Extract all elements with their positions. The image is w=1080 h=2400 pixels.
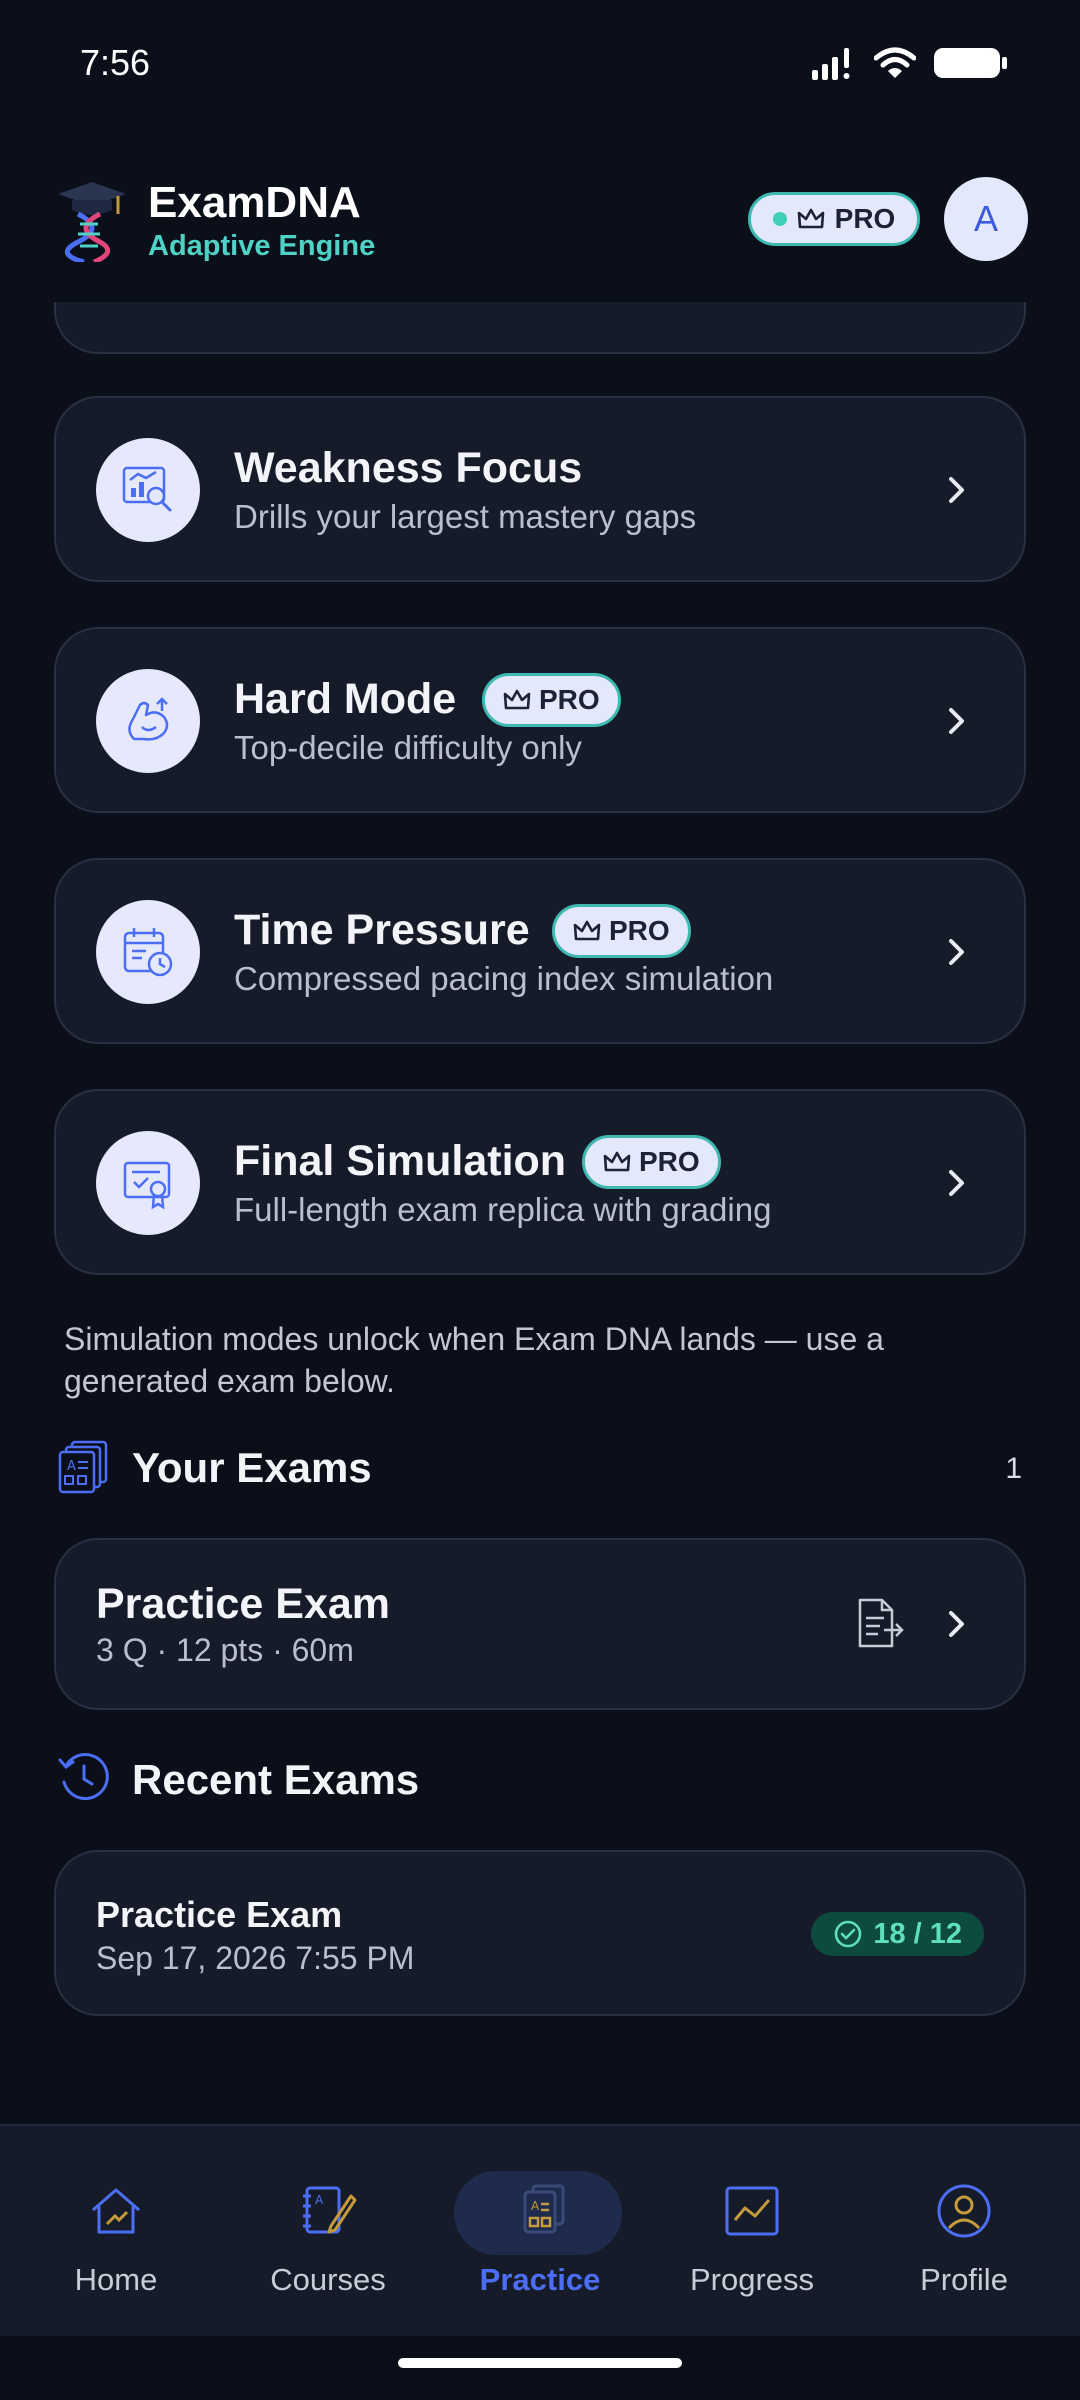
mode-card-hard-mode[interactable]: Hard Mode PRO Top-decile difficulty only [54,627,1026,813]
your-exams-count: 1 [1005,1452,1022,1485]
mode-description: Compressed pacing index simulation [234,960,774,997]
chevron-right-icon [949,939,964,965]
mode-icon-circle [96,1131,200,1235]
crown-icon [797,208,824,229]
nav-courses[interactable]: A Courses [220,2126,436,2336]
mode-icon-circle [96,900,200,1004]
pro-status-badge[interactable]: PRO [748,192,920,246]
home-icon [92,2188,140,2234]
check-circle-icon [835,1920,862,1948]
pro-badge: PRO [552,904,691,958]
bottom-nav: Home A Courses A Practice Progress Profi… [0,2124,1080,2336]
status-icons [810,46,1008,80]
chevron-right-icon [949,477,964,503]
pro-label: PRO [539,684,600,715]
mode-card-time-pressure[interactable]: Time Pressure PRO Compressed pacing inde… [54,858,1026,1044]
mode-title: Final Simulation [234,1137,567,1185]
nav-label: Courses [270,2262,386,2297]
svg-text:A: A [67,1459,76,1474]
status-dot [772,212,787,226]
pro-badge: PRO [482,673,621,727]
your-exams-title: Your Exams [132,1444,372,1491]
recent-exams-title: Recent Exams [132,1756,420,1803]
home-indicator[interactable] [398,2358,682,2368]
pro-label: PRO [834,203,896,234]
recent-exam-date: Sep 17, 2026 7:55 PM [96,1940,415,1976]
app-header: ExamDNA Adaptive Engine PRO A [0,150,1080,302]
nav-label: Practice [479,2262,601,2297]
muscle-icon [128,697,169,741]
signal-icon [812,48,850,80]
mode-icon-circle [96,669,200,773]
pro-badge: PRO [582,1135,721,1189]
wifi-icon [874,47,916,78]
app-subtitle: Adaptive Engine [148,230,376,262]
mode-title: Weakness Focus [234,444,583,492]
history-clock-icon [58,1753,109,1800]
unlock-note: Simulation modes unlock when Exam DNA la… [64,1321,884,1399]
progress-chart-icon [725,2186,779,2236]
nav-label: Profile [920,2262,1008,2297]
mode-description: Drills your largest mastery gaps [234,498,697,535]
status-time: 7:56 [80,42,151,83]
svg-text:A: A [315,2193,324,2207]
document-export-icon[interactable] [856,1596,906,1650]
battery-icon [934,48,1007,78]
mode-card-final-simulation[interactable]: Final Simulation PRO Full-length exam re… [54,1089,1026,1275]
dna-logo-icon [58,182,126,262]
avatar[interactable]: A [944,177,1028,261]
mode-title: Time Pressure [234,906,530,954]
chevron-right-icon [949,1611,964,1637]
mode-card-weakness-focus[interactable]: Weakness Focus Drills your largest maste… [54,396,1026,582]
exams-stack-icon: A [58,1440,108,1494]
app-title: ExamDNA [148,178,361,227]
exam-card[interactable]: Practice Exam 3 Q · 12 pts · 60m [54,1538,1026,1710]
pro-label: PRO [639,1146,700,1177]
chevron-right-icon [949,708,964,734]
nav-label: Progress [689,2262,815,2297]
calendar-clock-icon [123,928,173,977]
chart-search-icon [122,466,172,512]
status-bar: 7:56 [0,0,1080,130]
crown-icon [573,920,601,941]
mode-title: Hard Mode [234,675,457,723]
nav-progress[interactable]: Progress [644,2126,860,2336]
nav-practice[interactable]: A Practice [432,2126,648,2336]
courses-icon: A [303,2186,357,2234]
crown-icon [603,1151,631,1172]
exam-title: Practice Exam [96,1580,391,1628]
chevron-right-icon [949,1170,964,1196]
score-badge: 18 / 12 [811,1912,984,1956]
recent-exam-card[interactable]: Practice Exam Sep 17, 2026 7:55 PM 18 / … [54,1850,1026,2016]
score-value: 18 / 12 [873,1917,962,1950]
profile-icon [937,2184,991,2238]
mode-description: Full-length exam replica with grading [234,1191,772,1228]
mode-description: Top-decile difficulty only [234,729,582,766]
nav-label: Home [74,2262,158,2297]
crown-icon [503,689,531,710]
recent-exam-title: Practice Exam [96,1894,343,1935]
certificate-icon [123,1161,171,1210]
nav-home[interactable]: Home [8,2126,224,2336]
exam-meta: 3 Q · 12 pts · 60m [96,1632,354,1668]
svg-text:A: A [531,2199,540,2213]
practice-icon: A [523,2184,565,2234]
nav-profile[interactable]: Profile [856,2126,1072,2336]
mode-icon-circle [96,438,200,542]
pro-label: PRO [609,915,670,946]
